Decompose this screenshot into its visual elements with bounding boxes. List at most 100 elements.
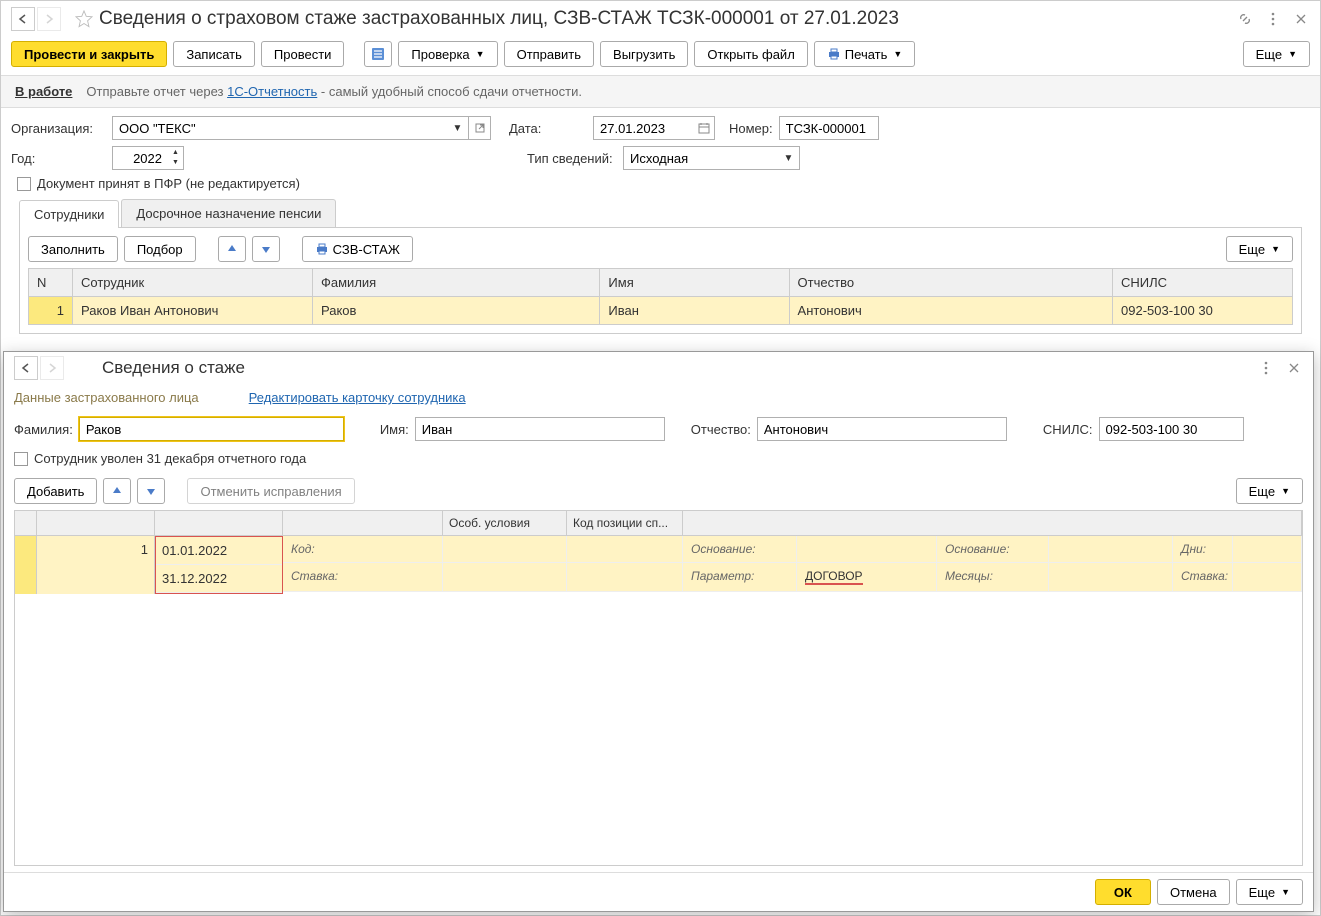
- snils-input[interactable]: [1099, 417, 1244, 441]
- org-input[interactable]: [112, 116, 447, 140]
- org-dropdown-button[interactable]: ▼: [447, 116, 469, 140]
- accepted-label: Документ принят в ПФР (не редактируется): [37, 176, 300, 191]
- col-n[interactable]: N: [29, 269, 73, 297]
- number-input[interactable]: [779, 116, 879, 140]
- kebab-menu-button[interactable]: [1264, 10, 1282, 28]
- upload-button[interactable]: Выгрузить: [600, 41, 688, 67]
- arrow-left-icon: [17, 13, 29, 25]
- dismissed-checkbox[interactable]: [14, 452, 28, 466]
- move-up-button[interactable]: [218, 236, 246, 262]
- fill-button[interactable]: Заполнить: [28, 236, 118, 262]
- overlay-more-button[interactable]: Еще▼: [1236, 478, 1303, 504]
- kebab-icon: [1264, 361, 1268, 375]
- period-row[interactable]: 1 01.01.2022 31.12.2022 Код: Основание: …: [15, 536, 1302, 594]
- ok-button[interactable]: ОК: [1095, 879, 1151, 905]
- kebab-icon: [1271, 12, 1275, 26]
- overlay-nav-forward[interactable]: [40, 356, 64, 380]
- pick-button[interactable]: Подбор: [124, 236, 196, 262]
- year-spinner[interactable]: ▲▼: [168, 146, 184, 170]
- cancel-button[interactable]: Отмена: [1157, 879, 1230, 905]
- lastname-input[interactable]: [79, 417, 344, 441]
- send-button[interactable]: Отправить: [504, 41, 594, 67]
- middlename-label: Отчество:: [691, 422, 751, 437]
- overlay-nav-back[interactable]: [14, 356, 38, 380]
- link-icon: [1237, 11, 1253, 27]
- type-input[interactable]: [623, 146, 778, 170]
- link-icon-button[interactable]: [1236, 10, 1254, 28]
- col-last[interactable]: Фамилия: [313, 269, 600, 297]
- middlename-input[interactable]: [757, 417, 1007, 441]
- open-file-button[interactable]: Открыть файл: [694, 41, 807, 67]
- add-button[interactable]: Добавить: [14, 478, 97, 504]
- period-start: 01.01.2022: [156, 537, 282, 565]
- list-view-button[interactable]: [364, 41, 392, 67]
- nav-forward-button[interactable]: [37, 7, 61, 31]
- col-snils[interactable]: СНИЛС: [1113, 269, 1293, 297]
- close-icon: [1295, 13, 1307, 25]
- list-icon: [371, 47, 385, 61]
- snils-label: СНИЛС:: [1043, 422, 1093, 437]
- col-emp[interactable]: Сотрудник: [73, 269, 313, 297]
- move-up-button-2[interactable]: [103, 478, 131, 504]
- type-dropdown-button[interactable]: ▼: [778, 146, 800, 170]
- firstname-input[interactable]: [415, 417, 665, 441]
- col-first[interactable]: Имя: [600, 269, 789, 297]
- lastname-label: Фамилия:: [14, 422, 73, 437]
- arrow-up-icon: [226, 243, 238, 255]
- tab-pension[interactable]: Досрочное назначение пенсии: [121, 199, 336, 227]
- post-button[interactable]: Провести: [261, 41, 345, 67]
- info-text: Отправьте отчет через 1С-Отчетность - са…: [86, 84, 582, 99]
- employees-table: N Сотрудник Фамилия Имя Отчество СНИЛС 1…: [28, 268, 1293, 325]
- reporting-link[interactable]: 1С-Отчетность: [227, 84, 317, 99]
- col-position-code: Код позиции сп...: [567, 511, 683, 535]
- type-label: Тип сведений:: [527, 151, 617, 166]
- nav-back-button[interactable]: [11, 7, 35, 31]
- status-label: В работе: [15, 84, 72, 99]
- accepted-checkbox[interactable]: [17, 177, 31, 191]
- dismissed-label: Сотрудник уволен 31 декабря отчетного го…: [34, 451, 306, 466]
- experience-details-panel: Сведения о стаже Данные застрахованного …: [3, 351, 1314, 912]
- close-button[interactable]: [1292, 10, 1310, 28]
- szv-print-button[interactable]: СЗВ-СТАЖ: [302, 236, 413, 262]
- cancel-corrections-button[interactable]: Отменить исправления: [187, 478, 354, 504]
- date-input[interactable]: [593, 116, 693, 140]
- calendar-icon: [698, 122, 710, 134]
- move-down-button[interactable]: [252, 236, 280, 262]
- tab-employees[interactable]: Сотрудники: [19, 200, 119, 228]
- window-title: Сведения о страховом стаже застрахованны…: [99, 8, 1236, 30]
- col-mid[interactable]: Отчество: [789, 269, 1112, 297]
- favorite-star-icon[interactable]: [75, 10, 93, 28]
- number-label: Номер:: [729, 121, 773, 136]
- arrow-right-icon: [46, 362, 58, 374]
- date-picker-button[interactable]: [693, 116, 715, 140]
- print-button[interactable]: Печать▼: [814, 41, 916, 67]
- period-grid[interactable]: Особ. условия Код позиции сп... 1 01.01.…: [14, 510, 1303, 866]
- printer-icon: [315, 242, 329, 256]
- open-icon: [475, 123, 485, 133]
- arrow-down-icon: [145, 485, 157, 497]
- section-label: Данные застрахованного лица: [14, 390, 199, 405]
- table-row[interactable]: 1 Раков Иван Антонович Раков Иван Антоно…: [29, 297, 1293, 325]
- write-button[interactable]: Записать: [173, 41, 255, 67]
- edit-employee-link[interactable]: Редактировать карточку сотрудника: [249, 390, 466, 411]
- arrow-left-icon: [20, 362, 32, 374]
- footer-more-button[interactable]: Еще▼: [1236, 879, 1303, 905]
- overlay-kebab[interactable]: [1257, 359, 1275, 377]
- emp-more-button[interactable]: Еще▼: [1226, 236, 1293, 262]
- arrow-right-icon: [43, 13, 55, 25]
- overlay-close[interactable]: [1285, 359, 1303, 377]
- close-icon: [1288, 362, 1300, 374]
- post-and-close-button[interactable]: Провести и закрыть: [11, 41, 167, 67]
- org-label: Организация:: [11, 121, 106, 136]
- arrow-down-icon: [260, 243, 272, 255]
- move-down-button-2[interactable]: [137, 478, 165, 504]
- org-open-button[interactable]: [469, 116, 491, 140]
- printer-icon: [827, 47, 841, 61]
- check-button[interactable]: Проверка▼: [398, 41, 497, 67]
- arrow-up-icon: [111, 485, 123, 497]
- col-conditions: Особ. условия: [443, 511, 567, 535]
- period-end: 31.12.2022: [156, 565, 282, 593]
- year-input[interactable]: [112, 146, 168, 170]
- more-button[interactable]: Еще▼: [1243, 41, 1310, 67]
- overlay-title: Сведения о стаже: [102, 358, 245, 378]
